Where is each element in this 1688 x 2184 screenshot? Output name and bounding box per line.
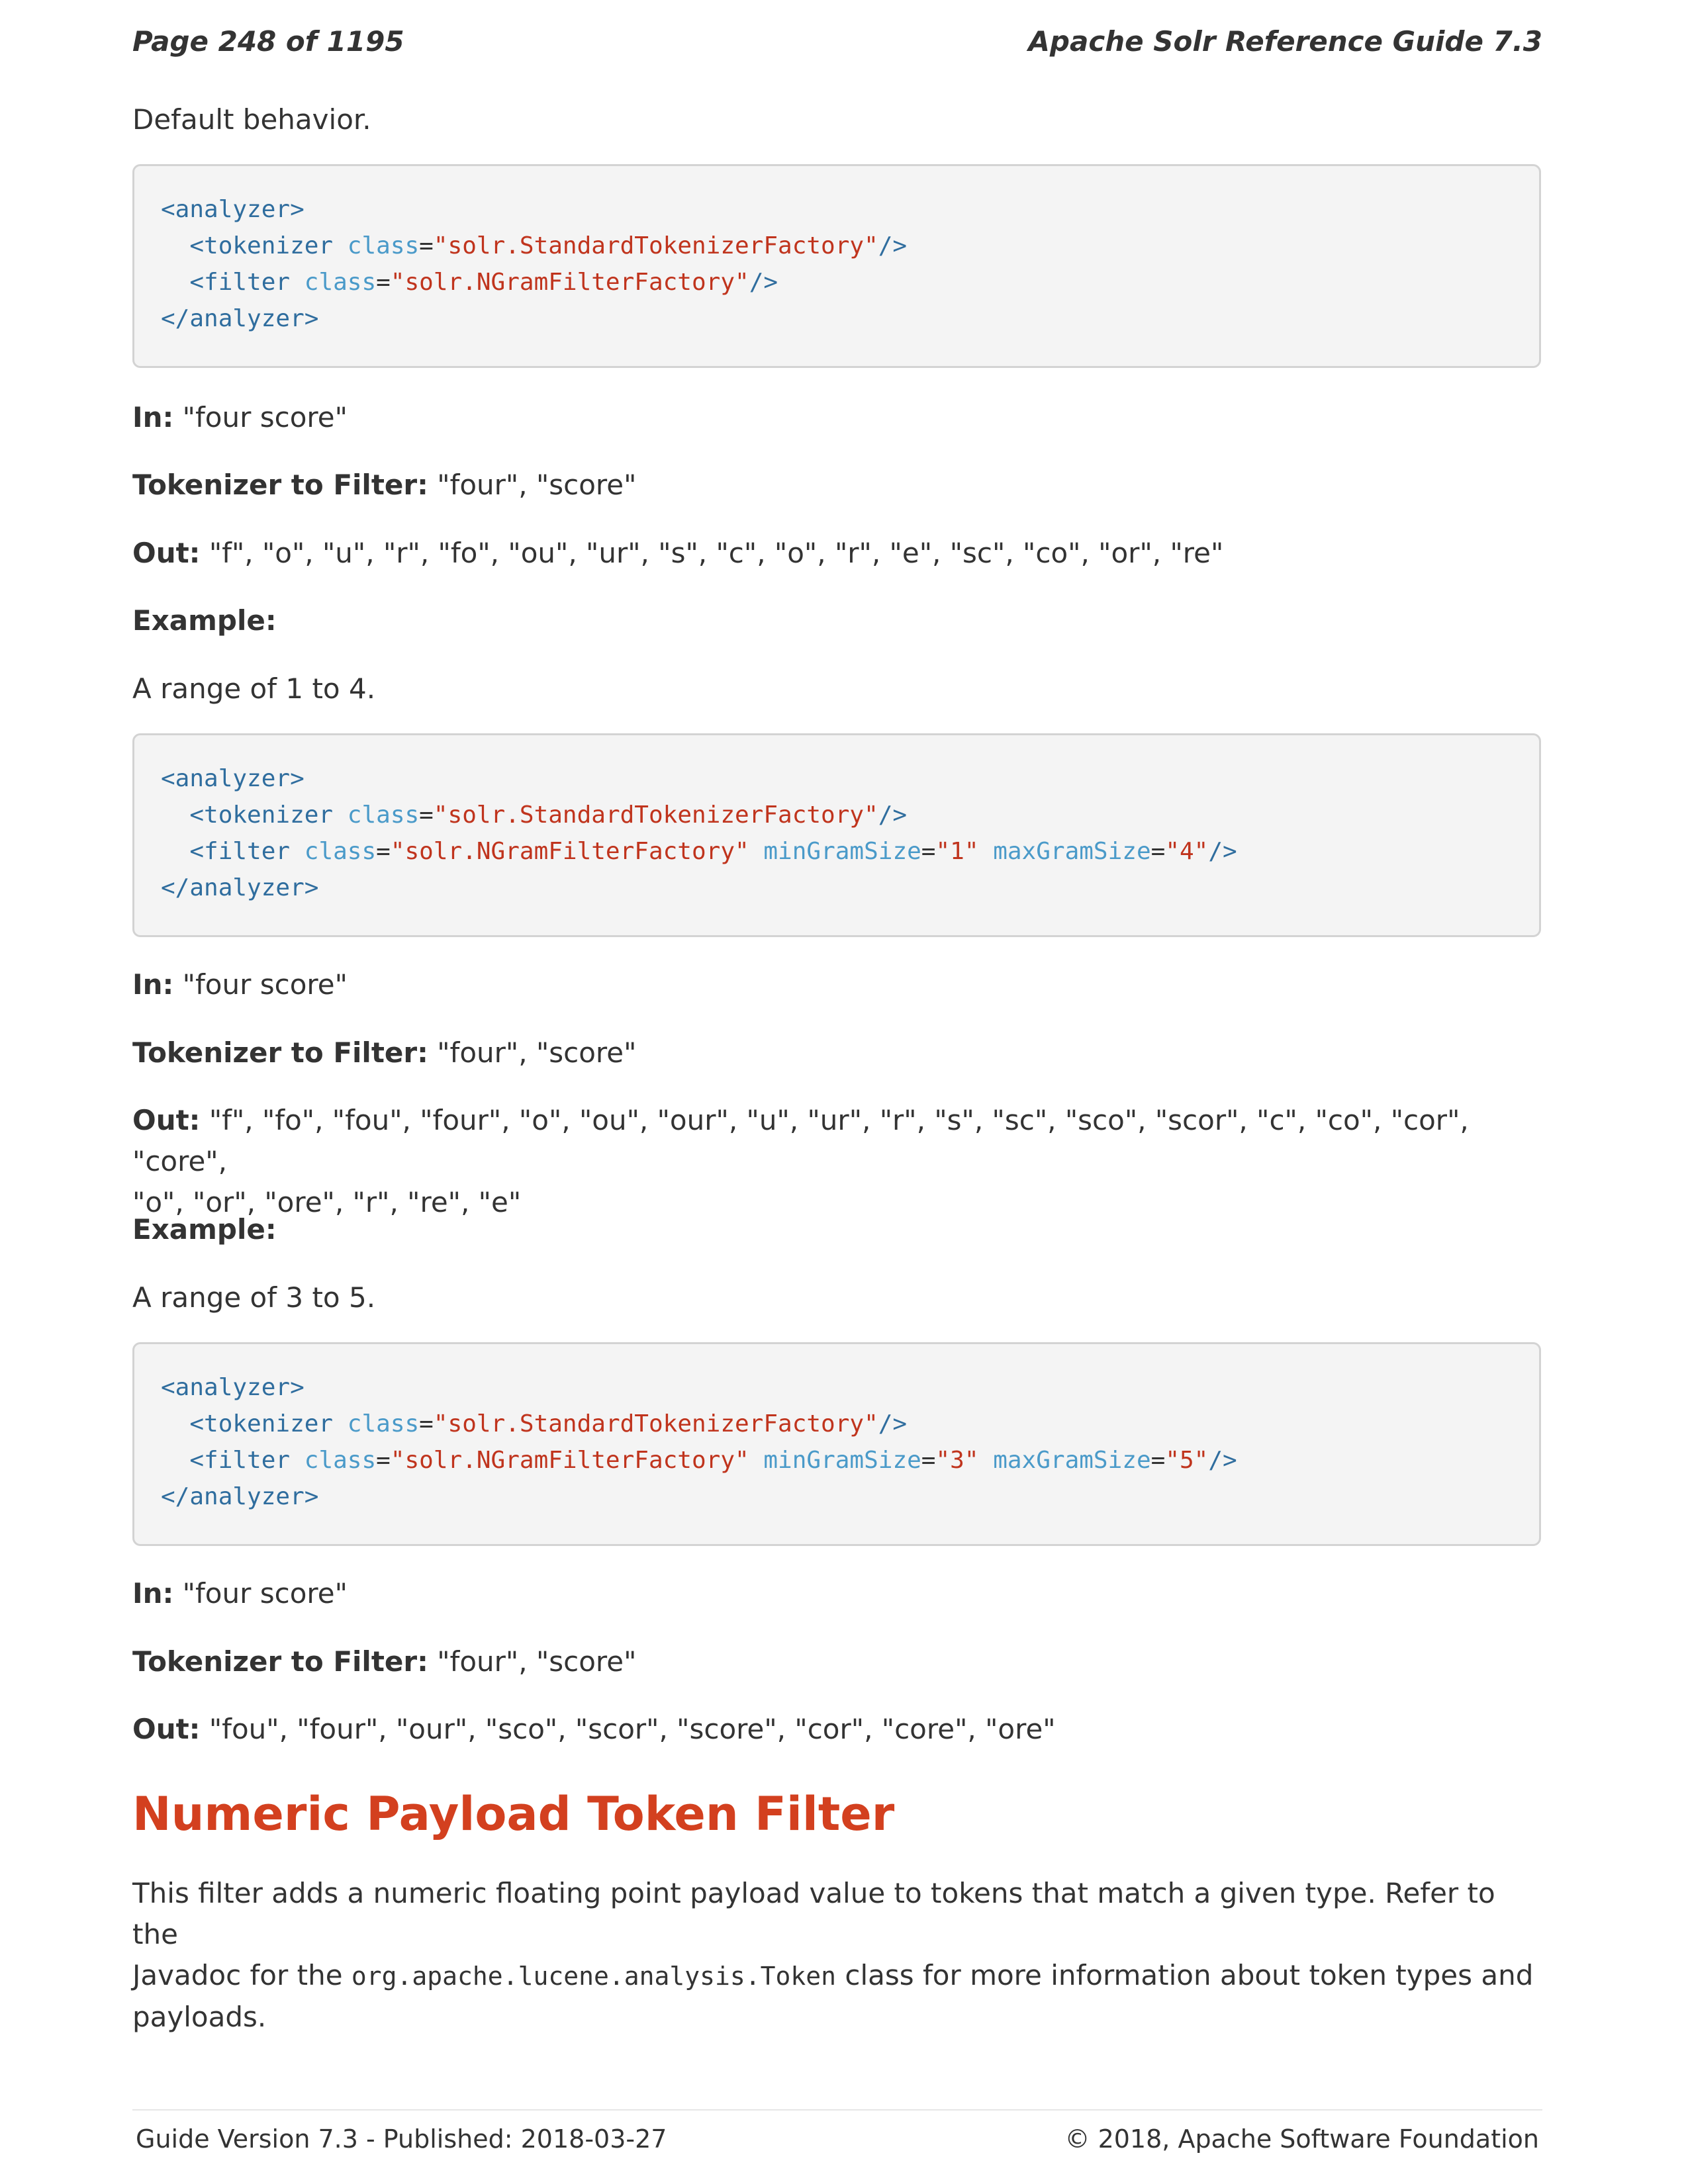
section-heading: Numeric Payload Token Filter bbox=[132, 1787, 895, 1841]
code-line: <filter class="solr.NGramFilterFactory" … bbox=[189, 1447, 1237, 1474]
example-3-tokenizer: Tokenizer to Filter: "four", "score" bbox=[132, 1645, 637, 1678]
code-block-3: <analyzer> <tokenizer class="solr.Standa… bbox=[132, 1342, 1541, 1546]
code-line: <analyzer> bbox=[161, 765, 305, 792]
example-3-in: In: "four score" bbox=[132, 1577, 348, 1610]
example-2-in: In: "four score" bbox=[132, 968, 348, 1001]
guide-version: Guide Version 7.3 - Published: 2018-03-2… bbox=[136, 2124, 667, 2154]
example-3-out: Out: "fou", "four", "our", "sco", "scor"… bbox=[132, 1713, 1056, 1745]
intro-text: Default behavior. bbox=[132, 103, 371, 136]
code-block-2: <analyzer> <tokenizer class="solr.Standa… bbox=[132, 733, 1541, 937]
example-heading-2: Example: bbox=[132, 604, 277, 637]
code-line: <filter class="solr.NGramFilterFactory"/… bbox=[189, 269, 778, 296]
code-line: <analyzer> bbox=[161, 196, 305, 223]
code-line: </analyzer> bbox=[161, 1483, 319, 1510]
example-1-out: Out: "f", "o", "u", "r", "fo", "ou", "ur… bbox=[132, 537, 1224, 569]
code-line: <filter class="solr.NGramFilterFactory" … bbox=[189, 838, 1237, 865]
example-2-range: A range of 1 to 4. bbox=[132, 672, 376, 705]
section-body: This filter adds a numeric floating poin… bbox=[132, 1877, 1534, 2033]
copyright: © 2018, Apache Software Foundation bbox=[1064, 2124, 1540, 2154]
example-2-out: Out: "f", "fo", "fou", "four", "o", "ou"… bbox=[132, 1104, 1469, 1218]
example-3-range: A range of 3 to 5. bbox=[132, 1281, 376, 1314]
guide-title: Apache Solr Reference Guide 7.3 bbox=[1028, 25, 1542, 58]
document-page: Page 248 of 1195 Apache Solr Reference G… bbox=[132, 0, 1542, 2184]
example-1-in: In: "four score" bbox=[132, 401, 348, 433]
code-line: </analyzer> bbox=[161, 305, 319, 332]
code-line: <tokenizer class="solr.StandardTokenizer… bbox=[189, 232, 908, 259]
inline-code: org.apache.lucene.analysis.Token bbox=[351, 1962, 836, 1991]
code-line: <analyzer> bbox=[161, 1374, 305, 1401]
page-number: Page 248 of 1195 bbox=[132, 25, 404, 58]
code-line: <tokenizer class="solr.StandardTokenizer… bbox=[189, 1410, 908, 1437]
footer-divider bbox=[132, 2109, 1542, 2111]
code-block-1: <analyzer> <tokenizer class="solr.Standa… bbox=[132, 164, 1541, 368]
example-2-tokenizer: Tokenizer to Filter: "four", "score" bbox=[132, 1036, 637, 1069]
example-heading-3: Example: bbox=[132, 1213, 277, 1246]
code-line: <tokenizer class="solr.StandardTokenizer… bbox=[189, 801, 908, 829]
page-header: Page 248 of 1195 Apache Solr Reference G… bbox=[132, 25, 1542, 62]
code-line: </analyzer> bbox=[161, 874, 319, 901]
example-1-tokenizer: Tokenizer to Filter: "four", "score" bbox=[132, 469, 637, 501]
